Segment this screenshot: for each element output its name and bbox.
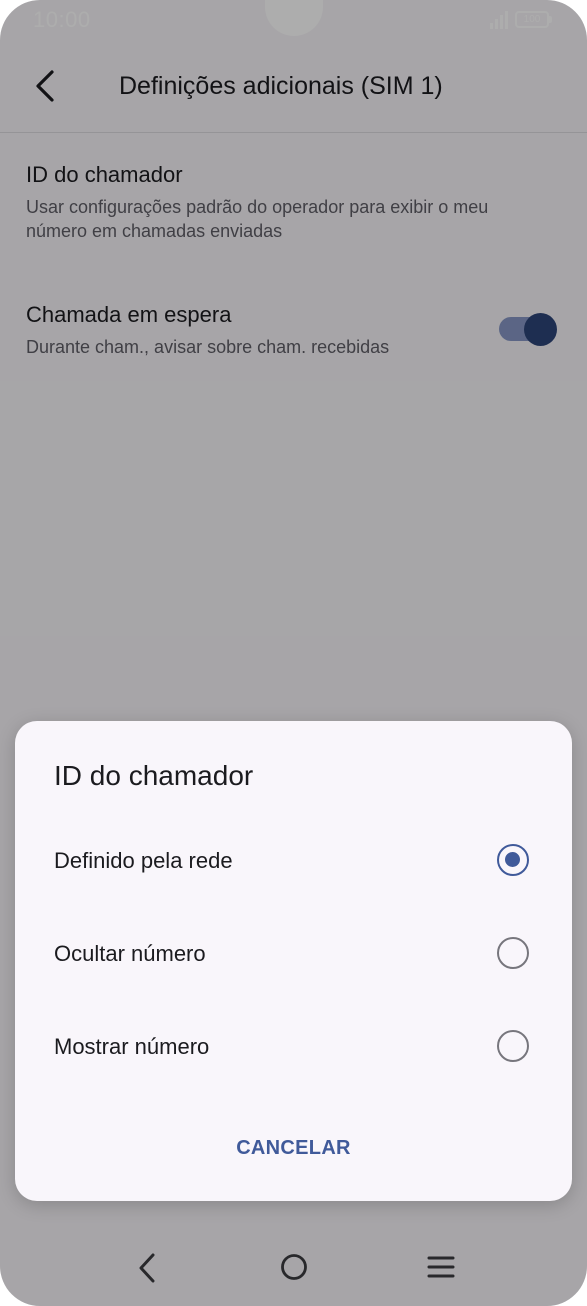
option-network-default[interactable]: Definido pela rede (15, 822, 572, 898)
radio-unselected-icon[interactable] (497, 1030, 529, 1062)
option-label: Ocultar número (54, 941, 206, 966)
cancel-button[interactable]: CANCELAR (211, 1126, 376, 1170)
dialog-title: ID do chamador (54, 760, 254, 791)
phone-screen: 10:00 100 Definições adicionais (SIM 1) … (0, 0, 587, 1306)
option-label: Mostrar número (54, 1034, 210, 1059)
radio-selected-icon[interactable] (497, 844, 529, 876)
radio-dot (505, 852, 520, 867)
radio-unselected-icon[interactable] (497, 937, 529, 969)
caller-id-dialog: ID do chamador Definido pela rede Oculta… (15, 721, 572, 1201)
option-show-number[interactable]: Mostrar número (15, 1008, 572, 1084)
option-label: Definido pela rede (54, 848, 233, 873)
option-hide-number[interactable]: Ocultar número (15, 915, 572, 991)
